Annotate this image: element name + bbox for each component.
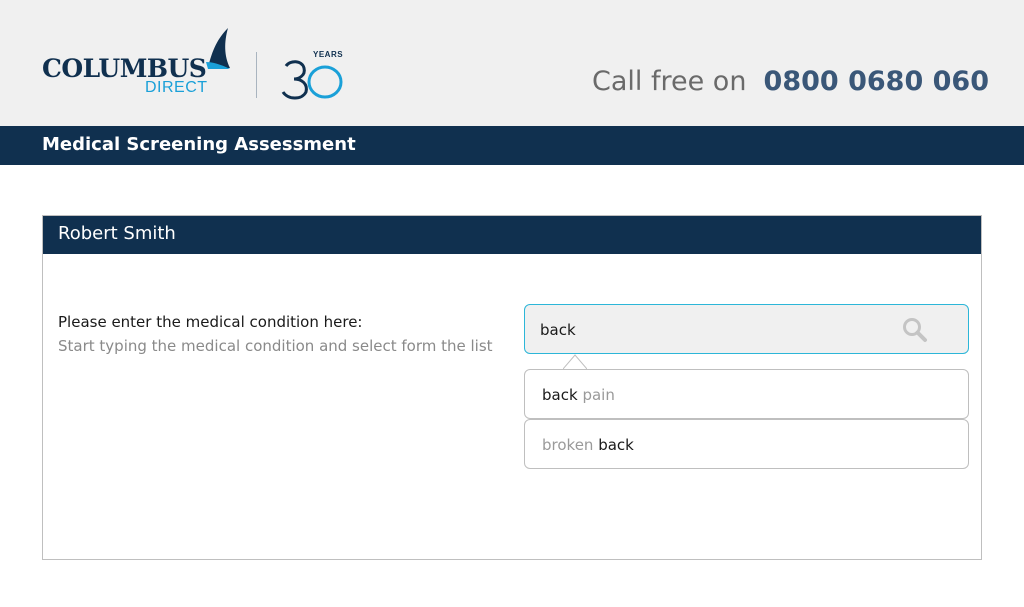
condition-search-input[interactable]: [540, 318, 880, 342]
card-header: Robert Smith: [43, 216, 981, 254]
condition-question-label: Please enter the medical condition here:: [58, 313, 363, 331]
condition-search-box[interactable]: [524, 304, 969, 354]
call-label: Call free on: [592, 66, 747, 97]
years-number-graphic: [281, 60, 343, 100]
phone-number[interactable]: 0800 0680 060: [764, 66, 989, 97]
anniversary-badge: YEARS: [280, 50, 346, 100]
logo-sub: DIRECT: [145, 79, 208, 96]
search-icon[interactable]: [902, 317, 928, 343]
page-title: Medical Screening Assessment: [42, 134, 356, 155]
suggestion-text: broken back: [542, 436, 634, 454]
call-free-line: Call free on 0800 0680 060: [592, 66, 989, 104]
sail-icon: [206, 28, 230, 69]
suggestion-item[interactable]: broken back: [524, 419, 969, 469]
logo-divider: [256, 52, 257, 98]
page-titlebar: Medical Screening Assessment: [0, 126, 1024, 165]
suggestion-part-1: broken: [542, 436, 594, 454]
traveller-card: Robert Smith Please enter the medical co…: [42, 215, 982, 560]
suggestion-item[interactable]: back pain: [524, 369, 969, 419]
suggestion-part-1: back: [542, 386, 578, 404]
site-header: COLUMBUS DIRECT YEARS Call free on 0800 …: [0, 0, 1024, 126]
suggestion-text: back pain: [542, 386, 615, 404]
traveller-name: Robert Smith: [58, 223, 176, 244]
suggestion-part-2: back: [598, 436, 634, 454]
dropdown-pointer: [563, 354, 587, 369]
condition-question-hint: Start typing the medical condition and s…: [58, 337, 493, 355]
suggestion-part-2: pain: [582, 386, 615, 404]
columbus-direct-logo[interactable]: COLUMBUS DIRECT: [42, 28, 242, 100]
